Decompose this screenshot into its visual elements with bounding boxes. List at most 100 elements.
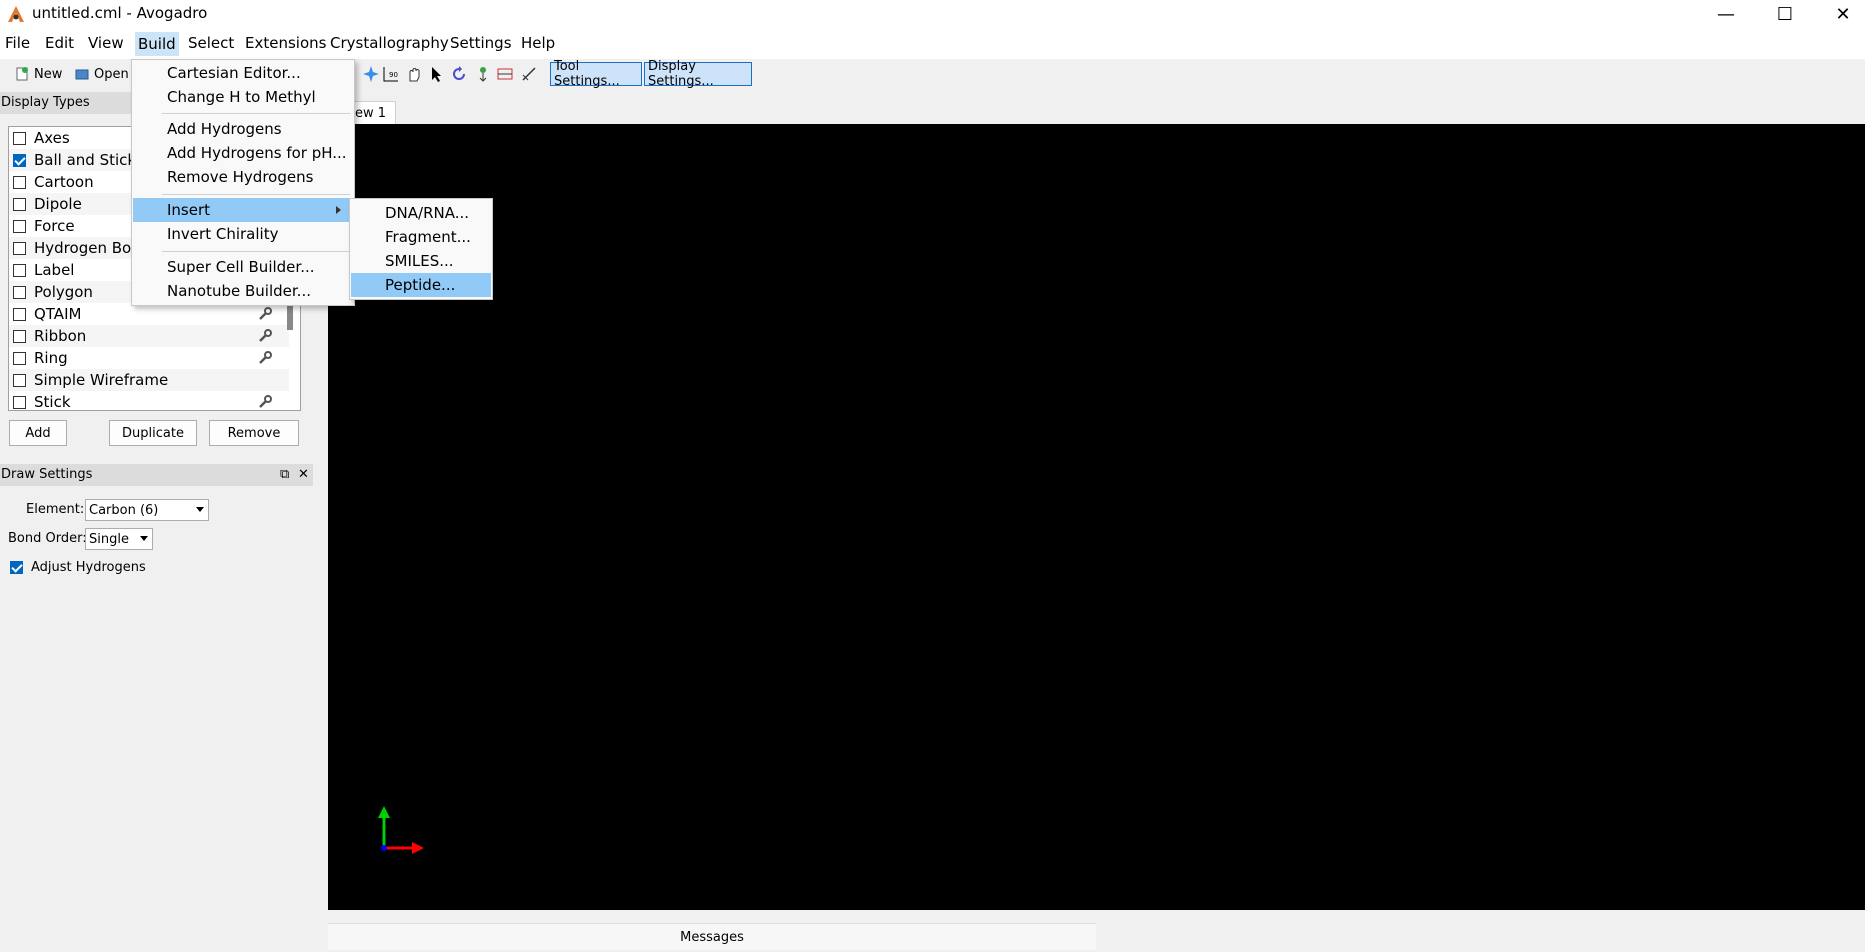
axes-indicator-icon	[378, 806, 424, 854]
menu-settings[interactable]: Settings	[450, 34, 512, 52]
display-type-label: Label	[34, 261, 75, 279]
bond-centric-tool-icon[interactable]	[496, 65, 514, 83]
element-label: Element:	[26, 502, 85, 517]
display-type-checkbox[interactable]	[13, 219, 26, 233]
avogadro-logo-icon	[8, 6, 24, 22]
float-dock-icon[interactable]: ⧉	[280, 464, 289, 486]
menu-item-remove-hydrogens[interactable]: Remove Hydrogens	[133, 165, 353, 189]
display-type-row[interactable]: Ribbon	[9, 325, 289, 347]
new-file-icon	[16, 67, 28, 81]
display-type-label: QTAIM	[34, 305, 82, 323]
wrench-icon[interactable]	[257, 350, 273, 366]
display-type-row[interactable]: Ring	[9, 347, 289, 369]
messages-tab[interactable]: Messages	[328, 923, 1096, 950]
minimize-button[interactable]: —	[1703, 0, 1749, 29]
maximize-button[interactable]: ☐	[1762, 0, 1808, 29]
add-button[interactable]: Add	[9, 420, 67, 446]
display-type-label: Axes	[34, 129, 70, 147]
chevron-down-icon	[140, 536, 148, 541]
new-button[interactable]: New	[14, 63, 62, 85]
display-type-checkbox[interactable]	[13, 241, 26, 255]
insert-label: Insert	[167, 201, 211, 219]
rotate-tool-icon[interactable]	[450, 65, 468, 83]
wrench-icon[interactable]	[257, 394, 273, 410]
checkbox-icon	[10, 561, 23, 574]
adjust-hydrogens-checkbox[interactable]: Adjust Hydrogens	[6, 560, 146, 575]
remove-button[interactable]: Remove	[209, 420, 299, 446]
maximize-icon: ☐	[1776, 4, 1794, 25]
navigate-hand-icon[interactable]	[405, 65, 423, 83]
display-settings-button[interactable]: Display Settings...	[644, 59, 752, 89]
menu-item-dna-rna[interactable]: DNA/RNA...	[351, 201, 491, 225]
menu-build[interactable]: Build	[135, 32, 179, 56]
display-type-checkbox[interactable]	[13, 395, 26, 409]
menu-file[interactable]: File	[5, 34, 30, 52]
build-menu: Cartesian Editor... Change H to Methyl A…	[131, 59, 355, 306]
display-type-label: Ribbon	[34, 327, 87, 345]
menu-help[interactable]: Help	[521, 34, 555, 52]
wrench-icon[interactable]	[257, 328, 273, 344]
menu-bar: File Edit View Build Select Extensions C…	[0, 29, 1865, 59]
display-type-checkbox[interactable]	[13, 285, 26, 299]
svg-text:90: 90	[389, 71, 398, 79]
minimize-icon: —	[1717, 4, 1735, 25]
wrench-icon[interactable]	[257, 306, 273, 322]
display-type-checkbox[interactable]	[13, 263, 26, 277]
duplicate-button[interactable]: Duplicate	[109, 420, 197, 446]
menu-item-super-cell-builder[interactable]: Super Cell Builder...	[133, 255, 353, 279]
chevron-down-icon	[196, 507, 204, 512]
align-tool-icon[interactable]	[520, 65, 538, 83]
display-type-checkbox[interactable]	[13, 307, 26, 321]
display-type-checkbox[interactable]	[13, 329, 26, 343]
molecule-viewport[interactable]	[328, 124, 1865, 910]
menu-item-change-h-to-methyl[interactable]: Change H to Methyl	[133, 85, 353, 109]
menu-extensions[interactable]: Extensions	[245, 34, 326, 52]
menu-item-fragment[interactable]: Fragment...	[351, 225, 491, 249]
open-button[interactable]: Open	[74, 63, 129, 85]
display-type-row[interactable]: Simple Wireframe	[9, 369, 289, 391]
tool-settings-button[interactable]: Tool Settings...	[550, 59, 642, 89]
close-icon: ✕	[1835, 4, 1851, 25]
open-label: Open	[94, 66, 129, 82]
menu-separator	[162, 194, 350, 195]
menu-view[interactable]: View	[88, 34, 124, 52]
draw-settings-label: Draw Settings	[1, 467, 93, 482]
menu-edit[interactable]: Edit	[45, 34, 74, 52]
menu-item-invert-chirality[interactable]: Invert Chirality	[133, 222, 353, 246]
close-dock-icon[interactable]: ✕	[298, 464, 309, 486]
close-button[interactable]: ✕	[1820, 0, 1865, 29]
display-type-checkbox[interactable]	[13, 175, 26, 189]
display-type-label: Simple Wireframe	[34, 371, 169, 389]
select-arrow-icon[interactable]	[428, 65, 446, 83]
menu-item-nanotube-builder[interactable]: Nanotube Builder...	[133, 279, 353, 303]
menu-item-add-hydrogens[interactable]: Add Hydrogens	[133, 117, 353, 141]
display-type-checkbox[interactable]	[13, 351, 26, 365]
menu-item-add-hydrogens-ph[interactable]: Add Hydrogens for pH...	[133, 141, 353, 165]
display-type-checkbox[interactable]	[13, 153, 26, 167]
title-bar: untitled.cml - Avogadro — ☐ ✕	[0, 0, 1865, 29]
display-type-checkbox[interactable]	[13, 373, 26, 387]
display-type-checkbox[interactable]	[13, 131, 26, 145]
bond-order-combo[interactable]: Single	[85, 528, 153, 550]
menu-item-peptide[interactable]: Peptide...	[351, 273, 491, 297]
menu-separator	[162, 251, 350, 252]
element-combo[interactable]: Carbon (6)	[85, 499, 209, 521]
manipulate-tool-icon[interactable]	[474, 65, 492, 83]
menu-item-smiles[interactable]: SMILES...	[351, 249, 491, 273]
menu-select[interactable]: Select	[188, 34, 234, 52]
bond-order-label: Bond Order:	[8, 531, 87, 546]
display-type-label: Stick	[34, 393, 71, 411]
display-type-label: Ball and Stick	[34, 151, 137, 169]
menu-item-cartesian-editor[interactable]: Cartesian Editor...	[133, 61, 353, 85]
display-type-label: Force	[34, 217, 75, 235]
draw-tool-icon[interactable]	[362, 65, 380, 83]
menu-crystallography[interactable]: Crystallography	[330, 34, 449, 52]
submenu-arrow-icon	[336, 206, 341, 214]
element-value: Carbon (6)	[89, 502, 159, 518]
display-type-row[interactable]: Stick	[9, 391, 289, 411]
display-type-row[interactable]: QTAIM	[9, 303, 289, 325]
display-type-label: Cartoon	[34, 173, 94, 191]
menu-item-insert[interactable]: Insert	[133, 198, 353, 222]
measure-tool-icon[interactable]: 90	[382, 65, 400, 83]
display-type-checkbox[interactable]	[13, 197, 26, 211]
